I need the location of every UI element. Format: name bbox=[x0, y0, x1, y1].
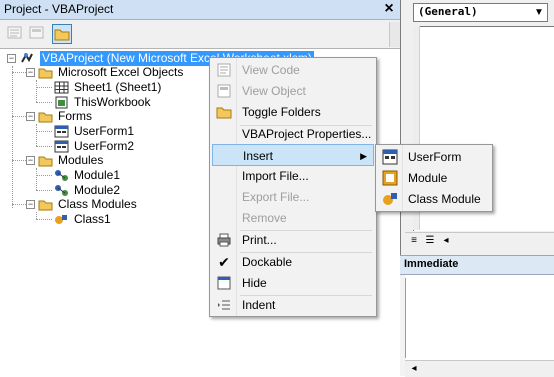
module-icon bbox=[55, 185, 68, 196]
procedure-view-icon[interactable]: ≡ bbox=[407, 234, 421, 248]
submenu-item-class-module[interactable]: Class Module bbox=[378, 188, 490, 210]
workbook-icon bbox=[55, 96, 68, 109]
immediate-window[interactable] bbox=[405, 278, 554, 358]
close-icon[interactable]: × bbox=[381, 0, 397, 18]
scroll-left-icon[interactable]: ◂ bbox=[407, 362, 421, 376]
menu-item-print[interactable]: Print... bbox=[212, 229, 374, 251]
code-horizontal-scrollbar[interactable]: ≡ ☰ ◂ bbox=[405, 232, 554, 249]
menu-item-indent[interactable]: Indent bbox=[212, 294, 374, 316]
context-menu: View Code View Object Toggle Folders VBA… bbox=[209, 57, 377, 317]
folder-icon bbox=[216, 107, 232, 119]
scroll-left-icon[interactable]: ◂ bbox=[439, 234, 453, 248]
view-object-icon bbox=[217, 84, 231, 98]
view-object-toolbar-button[interactable] bbox=[28, 24, 48, 44]
modules-collapse-toggle[interactable]: − bbox=[26, 156, 35, 165]
toolbar-overflow[interactable] bbox=[389, 22, 400, 47]
forms-collapse-toggle[interactable]: − bbox=[26, 112, 35, 121]
folder-icon bbox=[54, 29, 70, 41]
userform-icon bbox=[54, 125, 69, 138]
folder-icon bbox=[38, 156, 53, 167]
printer-icon bbox=[217, 233, 231, 247]
folder-icon bbox=[38, 200, 53, 211]
folder-icon bbox=[38, 112, 53, 123]
menu-item-import-file[interactable]: Import File... bbox=[212, 165, 374, 187]
menu-item-view-code[interactable]: View Code bbox=[212, 59, 374, 81]
worksheet-icon bbox=[54, 81, 69, 94]
vbaproject-icon bbox=[21, 53, 33, 63]
menu-item-export-file[interactable]: Export File... bbox=[212, 186, 374, 208]
userform-icon bbox=[54, 140, 69, 153]
chevron-down-icon[interactable]: ▼ bbox=[531, 4, 547, 21]
immediate-title: Immediate bbox=[404, 258, 459, 270]
class-module-icon bbox=[383, 193, 397, 205]
menu-item-vbaproject-properties[interactable]: VBAProject Properties... bbox=[212, 123, 374, 145]
root-collapse-toggle[interactable]: − bbox=[7, 54, 16, 63]
hide-icon bbox=[217, 276, 231, 290]
class-module-icon bbox=[55, 215, 67, 224]
submenu-item-module[interactable]: Module bbox=[378, 167, 490, 189]
indent-icon bbox=[218, 300, 230, 310]
module-icon bbox=[382, 170, 398, 186]
full-module-view-icon[interactable]: ☰ bbox=[423, 234, 437, 248]
checkmark-icon: ✔ bbox=[218, 254, 230, 270]
class-modules-collapse-toggle[interactable]: − bbox=[26, 200, 35, 209]
view-code-toolbar-button[interactable] bbox=[6, 24, 26, 44]
immediate-horizontal-scrollbar[interactable]: ◂ bbox=[405, 360, 554, 377]
folder-icon bbox=[38, 68, 53, 79]
view-code-icon bbox=[217, 63, 231, 77]
project-toolbar bbox=[0, 20, 400, 49]
module-icon bbox=[55, 170, 68, 181]
menu-item-remove[interactable]: Remove bbox=[212, 207, 374, 229]
toggle-folders-toolbar-button[interactable] bbox=[52, 24, 72, 44]
menu-item-dockable[interactable]: ✔ Dockable bbox=[212, 251, 374, 273]
insert-submenu: UserForm Module Class Module bbox=[375, 144, 493, 212]
menu-item-view-object[interactable]: View Object bbox=[212, 80, 374, 102]
submenu-item-userform[interactable]: UserForm bbox=[378, 146, 490, 168]
view-code-icon bbox=[7, 26, 22, 39]
userform-icon bbox=[382, 149, 398, 165]
menu-item-hide[interactable]: Hide bbox=[212, 272, 374, 294]
project-title: Project - VBAProject bbox=[4, 2, 114, 16]
menu-item-insert[interactable]: Insert ▶ bbox=[212, 144, 374, 166]
view-object-icon bbox=[29, 26, 44, 39]
submenu-arrow-icon: ▶ bbox=[360, 151, 367, 161]
excel-objects-collapse-toggle[interactable]: − bbox=[26, 68, 35, 77]
menu-item-toggle-folders[interactable]: Toggle Folders bbox=[212, 101, 374, 123]
object-dropdown-value: (General) bbox=[418, 5, 478, 18]
